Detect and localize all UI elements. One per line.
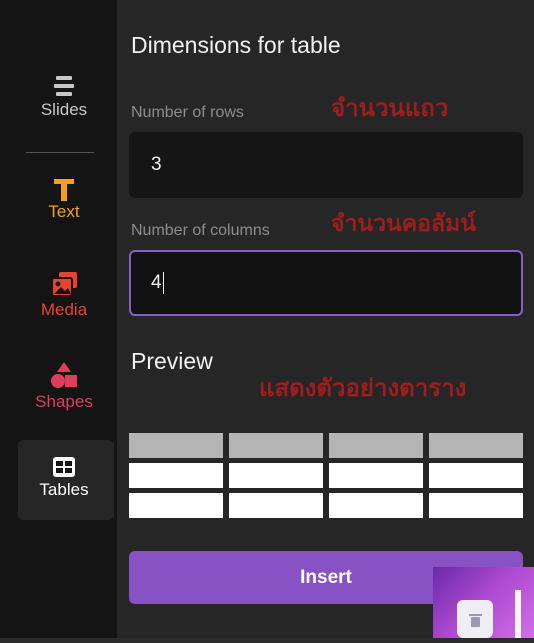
rows-label: Number of rows — [131, 104, 244, 121]
sidebar-item-label: Slides — [40, 100, 88, 119]
rows-input-value: 3 — [151, 154, 162, 175]
thumbnail-handle[interactable] — [515, 590, 521, 638]
panel-title: Dimensions for table — [131, 32, 341, 58]
sidebar-item-slides[interactable]: Slides — [18, 74, 110, 120]
columns-label: Number of columns — [131, 222, 270, 239]
preview-cell — [429, 463, 523, 488]
preview-cell — [229, 463, 323, 488]
preview-cell — [229, 493, 323, 518]
trash-icon — [469, 614, 482, 627]
sidebar-item-media[interactable]: Media — [18, 270, 110, 320]
preview-title: Preview — [131, 348, 213, 374]
preview-annotation: แสดงตัวอย่างตาราง — [259, 374, 467, 402]
sidebar-item-label: Tables — [39, 480, 89, 499]
preview-header-cell — [329, 433, 423, 458]
preview-cell — [129, 493, 223, 518]
preview-header-cell — [229, 433, 323, 458]
sidebar-item-text[interactable]: Text — [18, 178, 110, 222]
sidebar-item-label: Shapes — [35, 392, 93, 411]
sidebar-item-shapes[interactable]: Shapes — [18, 360, 110, 412]
table-dimensions-panel — [117, 0, 534, 638]
preview-header-cell — [429, 433, 523, 458]
sidebar-divider — [26, 152, 94, 153]
delete-button[interactable] — [457, 600, 493, 638]
rows-annotation: จำนวนแถว — [331, 94, 449, 122]
shapes-icon — [51, 362, 77, 388]
columns-annotation: จำนวนคอลัมน์ — [331, 211, 476, 237]
preview-cell — [129, 463, 223, 488]
stacked-lines-icon — [54, 76, 74, 96]
sidebar: Slides Text Media Shapes Tables — [0, 0, 117, 638]
preview-header-cell — [129, 433, 223, 458]
preview-cell — [329, 463, 423, 488]
text-T-icon — [54, 179, 74, 201]
sidebar-item-tables[interactable]: Tables — [18, 456, 110, 500]
preview-cell — [429, 493, 523, 518]
rows-input[interactable]: 3 — [129, 132, 523, 198]
text-caret — [162, 271, 164, 294]
columns-input[interactable]: 4 — [129, 250, 523, 316]
media-image-icon — [51, 272, 77, 297]
sidebar-item-label: Media — [40, 300, 88, 319]
table-grid-icon — [53, 457, 75, 477]
preview-cell — [329, 493, 423, 518]
sidebar-item-label: Text — [48, 202, 80, 221]
columns-input-value: 4 — [151, 272, 162, 293]
